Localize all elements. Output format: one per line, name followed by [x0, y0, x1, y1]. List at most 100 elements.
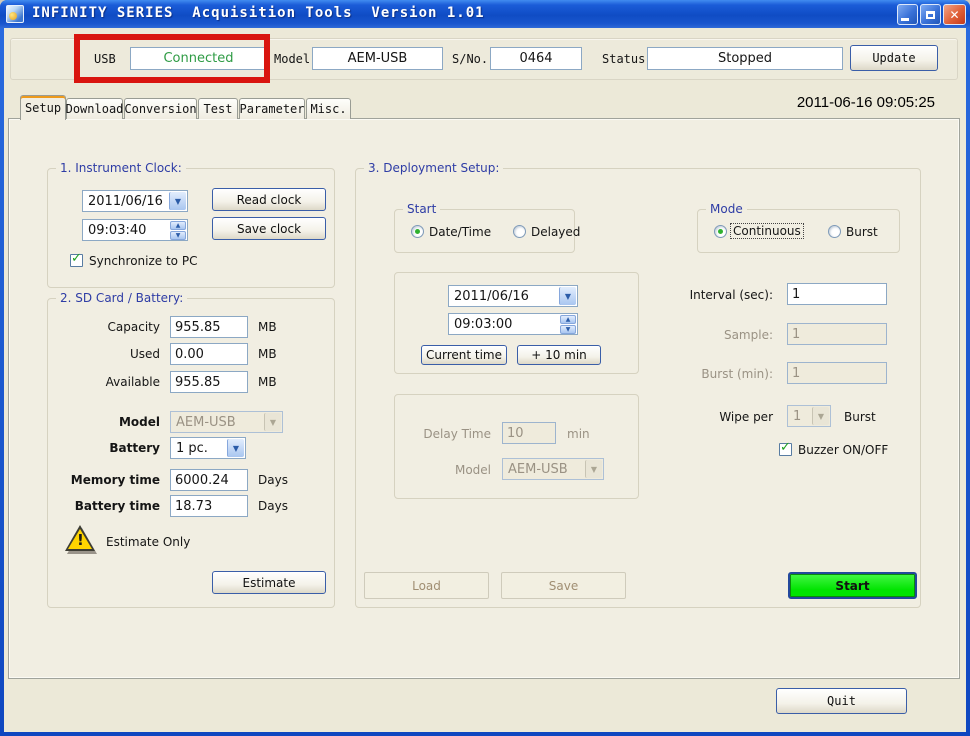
radio-burst-label[interactable]: Burst: [846, 225, 878, 239]
current-datetime: 2011-06-16 09:05:25: [604, 94, 935, 111]
load-button[interactable]: Load: [364, 572, 489, 599]
close-button[interactable]: ✕: [943, 4, 966, 25]
used-field[interactable]: 0.00: [170, 343, 248, 365]
tab-setup-label: Setup: [25, 101, 61, 115]
tab-test-label: Test: [204, 102, 233, 116]
update-button-label: Update: [872, 51, 915, 65]
start-button[interactable]: Start: [788, 572, 917, 599]
chevron-down-icon[interactable]: ▼: [227, 439, 244, 457]
spinner-buttons[interactable]: ▲▼: [170, 221, 186, 239]
status-box: Stopped: [647, 47, 843, 70]
window-controls: ✕: [897, 4, 966, 25]
battery-value: 1 pc.: [176, 441, 208, 456]
battery-time-field[interactable]: 18.73: [170, 495, 248, 517]
wipe-per-unit: Burst: [844, 410, 876, 424]
spinner-buttons[interactable]: ▲▼: [560, 315, 576, 333]
delay-model-select: AEM-USB ▼: [502, 458, 604, 480]
radio-delayed-label[interactable]: Delayed: [531, 225, 580, 239]
available-label: Available: [58, 375, 160, 389]
save-button[interactable]: Save: [501, 572, 626, 599]
plus-10-min-label: + 10 min: [531, 348, 587, 362]
wipe-per-label: Wipe per: [618, 410, 773, 424]
battery-time-value: 18.73: [175, 499, 212, 514]
serial-label: S/No.: [452, 52, 488, 66]
radio-delayed[interactable]: [513, 225, 526, 238]
capacity-field[interactable]: 955.85: [170, 316, 248, 338]
spin-down-icon[interactable]: ▼: [170, 231, 186, 240]
maximize-button[interactable]: [920, 4, 941, 25]
delay-model-value: AEM-USB: [508, 462, 568, 477]
radio-burst[interactable]: [828, 225, 841, 238]
radio-date-time[interactable]: [411, 225, 424, 238]
app-window: INFINITY SERIES Acquisition Tools Versio…: [0, 0, 970, 736]
capacity-label: Capacity: [58, 320, 160, 334]
deploy-date-select[interactable]: 2011/06/16 ▼: [448, 285, 578, 307]
tab-download[interactable]: Download: [66, 98, 123, 119]
used-unit: MB: [258, 347, 277, 361]
tab-setup[interactable]: Setup: [20, 95, 66, 120]
setup-tab-page: 1. Instrument Clock: 2011/06/16 ▼ Read c…: [8, 118, 960, 679]
tab-parameter[interactable]: Parameter: [239, 98, 305, 119]
save-clock-button[interactable]: Save clock: [212, 217, 326, 240]
spin-down-icon[interactable]: ▼: [560, 325, 576, 334]
check-icon: ✓: [71, 251, 82, 266]
tab-conversion-label: Conversion: [124, 102, 196, 116]
clock-time-spinner[interactable]: 09:03:40 ▲▼: [82, 219, 188, 241]
burst-field: 1: [787, 362, 887, 384]
save-button-label: Save: [549, 579, 578, 593]
warning-exclamation: !: [77, 531, 84, 549]
serial-box: 0464: [490, 47, 582, 70]
title-bar[interactable]: INFINITY SERIES Acquisition Tools Versio…: [0, 0, 970, 28]
battery-select[interactable]: 1 pc. ▼: [170, 437, 246, 459]
chevron-down-icon[interactable]: ▼: [169, 192, 186, 210]
delay-model-label: Model: [395, 463, 491, 477]
estimate-button-label: Estimate: [242, 576, 295, 590]
tab-misc-label: Misc.: [310, 102, 346, 116]
warning-icon: !: [64, 525, 100, 555]
plus-10-min-button[interactable]: + 10 min: [517, 345, 601, 365]
memory-time-value: 6000.24: [175, 473, 229, 488]
interval-field[interactable]: 1: [787, 283, 887, 305]
current-time-button[interactable]: Current time: [421, 345, 507, 365]
spin-up-icon[interactable]: ▲: [560, 315, 576, 324]
radio-continuous-label[interactable]: Continuous: [730, 223, 804, 239]
burst-value: 1: [792, 366, 800, 381]
load-button-label: Load: [412, 579, 441, 593]
sample-label: Sample:: [618, 328, 773, 342]
client-area: USB Connected Model AEM-USB S/No. 0464 S…: [4, 28, 966, 732]
quit-button[interactable]: Quit: [776, 688, 907, 714]
capacity-value: 955.85: [175, 320, 221, 335]
instrument-clock-group: 1. Instrument Clock: 2011/06/16 ▼ Read c…: [47, 168, 335, 288]
save-clock-label: Save clock: [237, 222, 301, 236]
tab-download-label: Download: [66, 102, 124, 116]
read-clock-button[interactable]: Read clock: [212, 188, 326, 211]
spin-up-icon[interactable]: ▲: [170, 221, 186, 230]
delay-time-field: 10: [502, 422, 556, 444]
buzzer-checkbox[interactable]: ✓: [779, 443, 792, 456]
memory-time-field[interactable]: 6000.24: [170, 469, 248, 491]
estimate-button[interactable]: Estimate: [212, 571, 326, 594]
chevron-down-icon[interactable]: ▼: [559, 287, 576, 305]
minimize-button[interactable]: [897, 4, 918, 25]
sync-to-pc-checkbox[interactable]: ✓: [70, 254, 83, 267]
memory-time-label: Memory time: [58, 473, 160, 487]
tab-conversion[interactable]: Conversion: [124, 98, 197, 119]
available-field[interactable]: 955.85: [170, 371, 248, 393]
available-value: 955.85: [175, 375, 221, 390]
check-icon: ✓: [780, 440, 791, 455]
clock-date-select[interactable]: 2011/06/16 ▼: [82, 190, 188, 212]
deployment-setup-group: 3. Deployment Setup: Start Date/Time Del…: [355, 168, 921, 608]
tab-misc[interactable]: Misc.: [306, 98, 351, 119]
model-label: Model: [274, 52, 310, 66]
wipe-per-select: 1 ▼: [787, 405, 831, 427]
deploy-time-value: 09:03:00: [454, 317, 512, 332]
deploy-time-spinner[interactable]: 09:03:00 ▲▼: [448, 313, 578, 335]
radio-continuous[interactable]: [714, 225, 727, 238]
tab-test[interactable]: Test: [198, 98, 238, 119]
radio-date-time-label[interactable]: Date/Time: [429, 225, 491, 239]
sd-card-battery-title: 2. SD Card / Battery:: [56, 291, 187, 306]
current-time-label: Current time: [426, 348, 502, 362]
update-button[interactable]: Update: [850, 45, 938, 71]
buzzer-label: Buzzer ON/OFF: [798, 443, 888, 457]
clock-date-value: 2011/06/16: [88, 194, 163, 209]
